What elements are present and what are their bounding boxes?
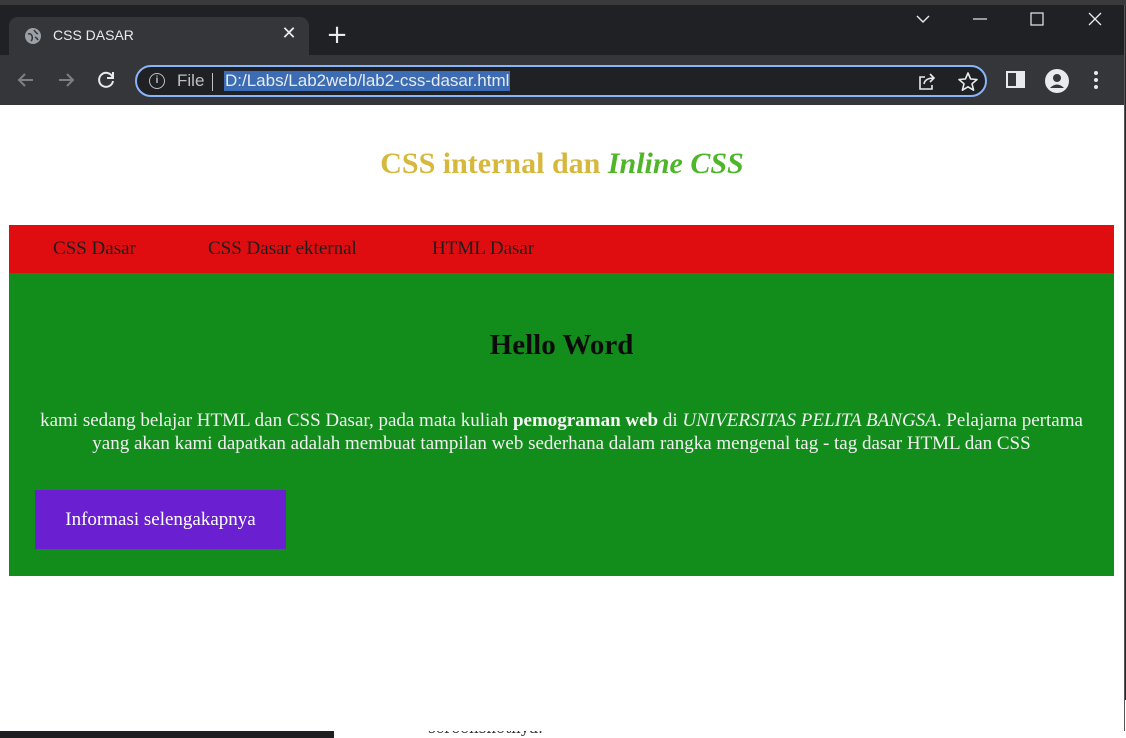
page-title-italic: Inline CSS xyxy=(607,147,744,180)
new-tab-button[interactable]: + xyxy=(324,22,350,48)
paragraph-text: di xyxy=(658,410,683,431)
chevron-down-icon xyxy=(916,15,930,23)
page-title-plain: CSS internal dan xyxy=(380,147,608,180)
content-heading: Hello Word xyxy=(489,329,634,361)
tab-title: CSS DASAR xyxy=(53,27,134,43)
nav-link-css-dasar-ekternal[interactable]: CSS Dasar ekternal xyxy=(208,238,357,260)
close-window-button[interactable] xyxy=(1075,11,1115,37)
tab-close-button[interactable]: ✕ xyxy=(279,24,299,44)
share-icon[interactable] xyxy=(917,72,937,92)
scheme-label: File xyxy=(177,71,205,90)
star-icon[interactable] xyxy=(957,71,979,93)
profile-icon[interactable] xyxy=(1044,68,1069,93)
paragraph-italic: UNIVERSITAS PELITA BANGSA xyxy=(682,410,937,431)
page-viewport: CSS internal dan Inline CSS CSS Dasar CS… xyxy=(0,105,1124,731)
minimize-button[interactable] xyxy=(960,11,1000,37)
browser-window: CSS DASAR ✕ + i File D:/Labs/Lab2web/lab… xyxy=(0,5,1125,731)
side-panel-icon[interactable] xyxy=(1004,68,1028,92)
nav-bar: CSS Dasar CSS Dasar ekternal HTML Dasar xyxy=(9,225,1114,273)
tab-search-button[interactable] xyxy=(903,11,943,37)
paragraph-bold: pemograman web xyxy=(512,410,659,431)
paragraph-text: kami sedang belajar HTML dan CSS Dasar, … xyxy=(40,410,513,431)
browser-toolbar: i File D:/Labs/Lab2web/lab2-css-dasar.ht… xyxy=(0,55,1124,105)
tab-strip: CSS DASAR ✕ + xyxy=(0,5,1124,55)
arrow-left-icon xyxy=(17,73,33,87)
page-title: CSS internal dan Inline CSS xyxy=(0,147,1124,181)
nav-link-html-dasar[interactable]: HTML Dasar xyxy=(432,238,534,260)
maximize-button[interactable] xyxy=(1017,11,1057,37)
maximize-icon xyxy=(1030,12,1044,26)
reload-icon xyxy=(98,71,114,88)
close-icon xyxy=(1088,12,1102,26)
minimize-icon xyxy=(973,18,987,20)
kebab-menu-icon[interactable] xyxy=(1084,68,1108,92)
address-bar[interactable]: i File D:/Labs/Lab2web/lab2-css-dasar.ht… xyxy=(135,65,987,97)
omnibox-divider xyxy=(212,73,213,91)
url-text[interactable]: D:/Labs/Lab2web/lab2-css-dasar.html xyxy=(224,71,511,91)
browser-tab[interactable]: CSS DASAR ✕ xyxy=(9,17,309,55)
forward-button[interactable] xyxy=(54,68,78,92)
back-button[interactable] xyxy=(14,68,38,92)
reload-button[interactable] xyxy=(94,68,118,92)
more-info-button[interactable]: Informasi selengakapnya xyxy=(35,490,286,549)
content-paragraph: kami sedang belajar HTML dan CSS Dasar, … xyxy=(25,409,1098,455)
main-content: Hello Word kami sedang belajar HTML dan … xyxy=(9,273,1114,576)
nav-link-css-dasar[interactable]: CSS Dasar xyxy=(53,238,136,260)
globe-icon xyxy=(25,28,41,44)
info-icon[interactable]: i xyxy=(149,73,165,89)
arrow-right-icon xyxy=(59,73,75,87)
